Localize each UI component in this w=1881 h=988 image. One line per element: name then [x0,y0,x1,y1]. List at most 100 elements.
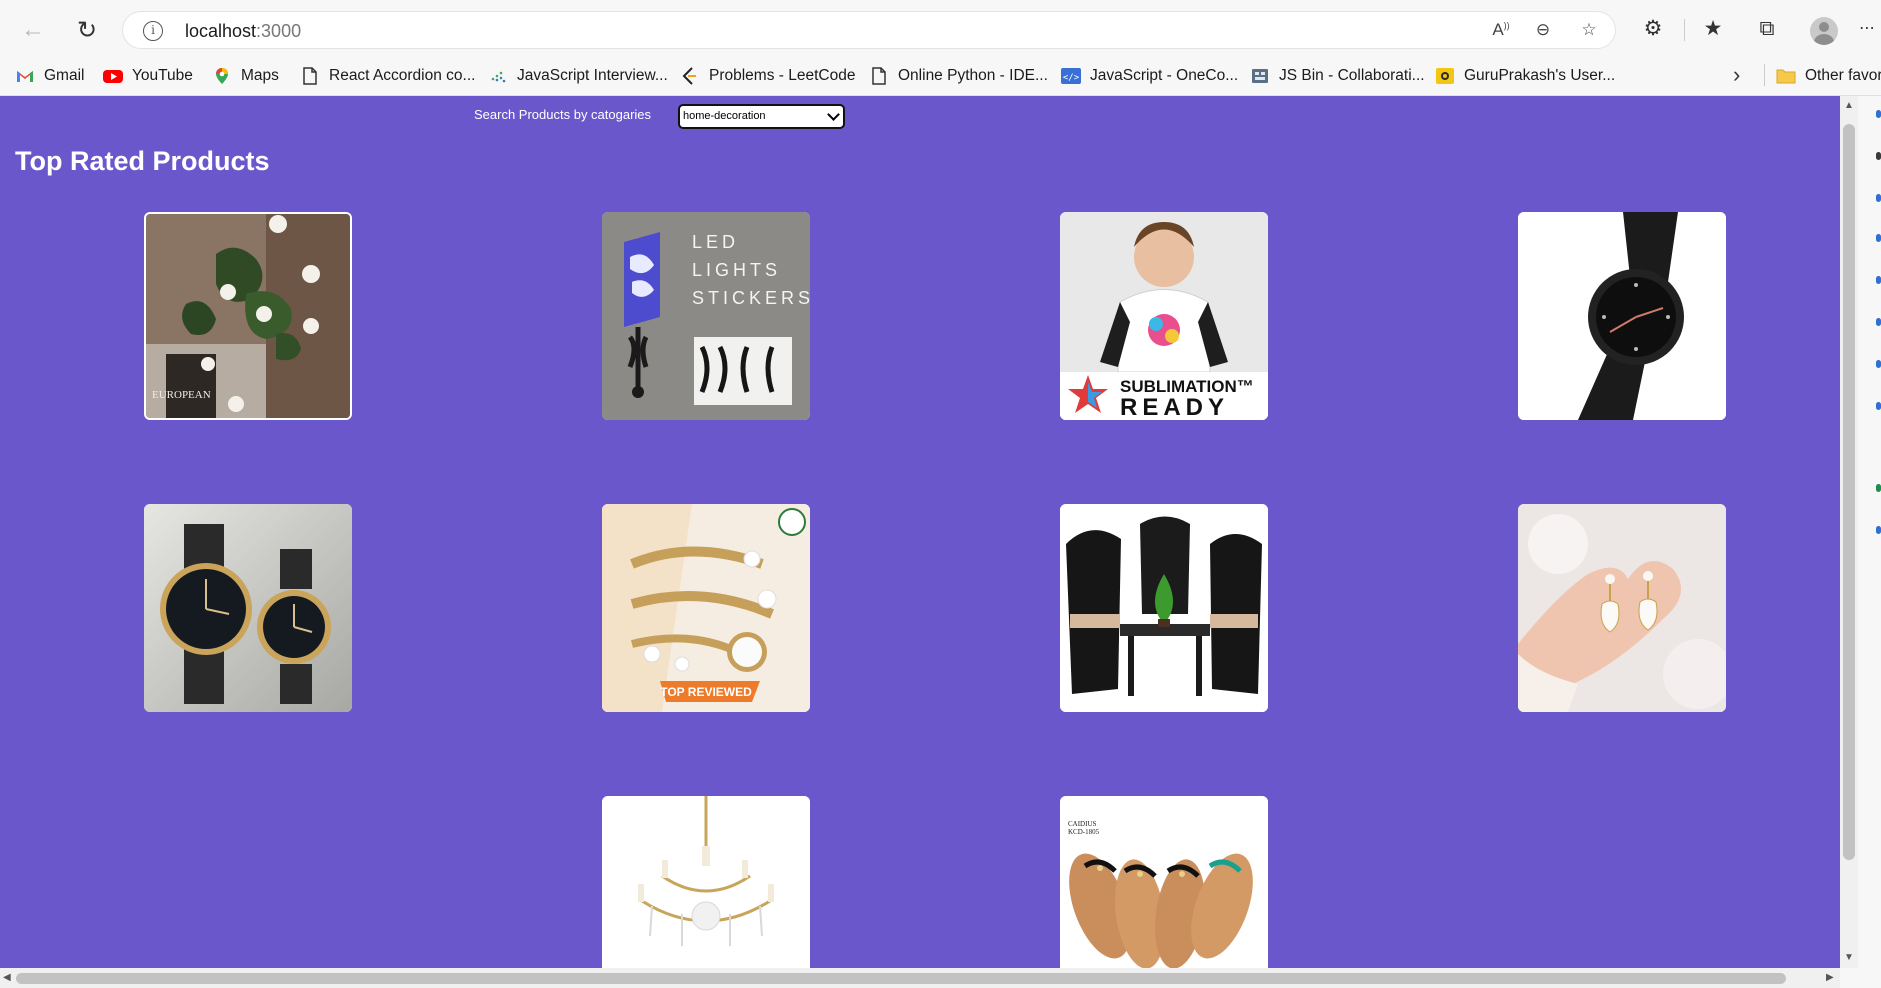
product-card[interactable]: LED LIGHTS STICKERS [602,212,810,420]
product-card[interactable]: TOP REVIEWED [602,504,810,712]
product-caption: KCD-1805 [1068,828,1100,836]
category-select[interactable]: home-decoration [678,104,845,129]
scroll-right-arrow-icon[interactable]: ▶ [1826,972,1834,983]
zoom-out-icon[interactable]: ⊖ [1531,20,1555,42]
sidebar-app-icon[interactable] [1876,318,1881,326]
scroll-down-arrow-icon[interactable]: ▼ [1844,952,1854,963]
bookmark-maps[interactable]: Maps [212,63,279,89]
read-aloud-icon[interactable]: A)) [1489,20,1513,42]
sidebar-app-icon[interactable] [1876,402,1881,410]
sidebar-app-icon[interactable] [1876,110,1881,118]
more-menu-icon[interactable]: ⋯ [1852,14,1881,44]
product-image-chandelier [602,796,810,968]
product-image-pearl-earrings [1518,504,1726,712]
leetcode-icon [680,67,700,85]
code-icon: </> [1061,67,1081,85]
product-caption: READY [1120,394,1229,420]
bookmark-label: JavaScript - OneCo... [1090,67,1239,84]
product-image-rattan-chairs [1060,504,1268,712]
product-card[interactable] [1518,504,1726,712]
bookmark-guruprakash[interactable]: GuruPrakash's User... [1435,63,1615,89]
product-caption: TOP REVIEWED [660,685,752,699]
reload-icon: ↻ [76,16,98,44]
bookmark-leetcode[interactable]: Problems - LeetCode [680,63,855,89]
category-search-label: Search Products by catogaries [474,107,652,122]
bookmark-label: Problems - LeetCode [709,67,856,84]
sidebar-app-icon[interactable] [1876,360,1881,368]
bookmark-label: Online Python - IDE... [898,67,1048,84]
bookmark-online-python[interactable]: Online Python - IDE... [869,63,1048,89]
horizontal-scroll-thumb[interactable] [16,973,1786,984]
product-image-led-stickers: LED LIGHTS STICKERS [602,212,810,420]
bookmark-js-interview[interactable]: JavaScript Interview... [488,63,668,89]
product-image-bracelet-watch: TOP REVIEWED [602,504,810,712]
product-caption: STICKERS [692,288,810,308]
address-bar[interactable]: i localhost:3000 A)) ⊖ ☆ [122,11,1616,49]
product-image-sandals: CAIDIUS KCD-1805 [1060,796,1268,968]
bookmark-jsbin[interactable]: JS Bin - Collaborati... [1250,63,1425,89]
product-caption: LED [692,232,739,252]
site-info-icon[interactable]: i [143,21,163,41]
page-title: Top Rated Products [15,146,270,176]
add-favorite-icon[interactable]: ☆ [1577,20,1601,42]
bookmark-label: YouTube [132,67,193,84]
jsbin-icon [1250,67,1270,85]
bookmark-other-favorites[interactable]: Other favor [1776,63,1881,89]
reload-button[interactable]: ↻ [70,13,104,47]
chevron-down-icon [827,108,840,121]
product-card[interactable] [1518,212,1726,420]
bookmark-onecompiler[interactable]: </> JavaScript - OneCo... [1061,63,1238,89]
horizontal-scrollbar[interactable]: ◀ ▶ [0,968,1840,988]
bookmark-label: Gmail [44,67,85,84]
collections-icon[interactable]: ⧉ [1752,14,1782,44]
product-card[interactable]: SUBLIMATION™ READY [1060,212,1268,420]
profile-avatar[interactable] [1810,17,1838,45]
favorites-icon[interactable]: ★ [1698,14,1728,44]
bookmark-gmail[interactable]: Gmail [15,63,84,89]
sidebar-app-icon[interactable] [1876,484,1881,492]
product-card[interactable] [602,796,810,968]
bookmarks-bar: Gmail YouTube Maps React Accordion co...… [0,58,1881,96]
bookmarks-overflow-chevron-icon[interactable]: › [1733,62,1740,88]
url-text[interactable]: localhost:3000 [185,21,301,42]
sidebar-app-icon[interactable] [1876,234,1881,242]
sidebar-app-icon[interactable] [1876,526,1881,534]
product-card[interactable] [1060,504,1268,712]
back-arrow-icon: ← [21,16,45,43]
url-port: :3000 [256,21,302,41]
browser-toolbar: ← ↻ i localhost:3000 A)) ⊖ ☆ ⚙ ★ ⧉ ⋯ [0,0,1881,58]
scroll-up-arrow-icon[interactable]: ▲ [1844,100,1854,111]
svg-text:</>: </> [1063,73,1080,83]
product-image-black-watch [1518,212,1726,420]
url-host: localhost [185,21,257,41]
category-select-value: home-decoration [683,110,766,122]
bookmark-label: JS Bin - Collaborati... [1279,67,1425,84]
sidebar-app-icon[interactable] [1876,152,1881,160]
product-caption: EUROPEAN [152,389,211,401]
product-card[interactable]: CAIDIUS KCD-1805 [1060,796,1268,968]
sidebar-app-icon[interactable] [1876,276,1881,284]
product-image-couple-watches [144,504,352,712]
bookmark-youtube[interactable]: YouTube [103,63,193,89]
product-card[interactable] [144,504,352,712]
vertical-scrollbar[interactable]: ▲ ▼ [1840,96,1858,968]
youtube-icon [103,67,123,85]
page-viewport: Search Products by catogaries home-decor… [0,96,1840,968]
toolbar-divider [1684,19,1685,41]
scroll-left-arrow-icon[interactable]: ◀ [3,972,11,983]
bookmark-label: GuruPrakash's User... [1464,67,1616,84]
sidebar-app-icon[interactable] [1876,194,1881,202]
product-image-kids-shirt: SUBLIMATION™ READY [1060,212,1268,420]
bookmark-react-accordion[interactable]: React Accordion co... [300,63,475,89]
site-icon [1435,67,1455,85]
vertical-scroll-thumb[interactable] [1843,124,1855,860]
site-icon [488,67,508,85]
page-icon [869,67,889,85]
gmail-icon [15,67,35,85]
bookmarks-divider [1764,64,1765,86]
extensions-icon[interactable]: ⚙ [1638,14,1668,44]
maps-icon [212,67,232,85]
product-card[interactable]: EUROPEAN [144,212,352,420]
bookmark-label: JavaScript Interview... [517,67,668,84]
back-button[interactable]: ← [16,13,50,47]
